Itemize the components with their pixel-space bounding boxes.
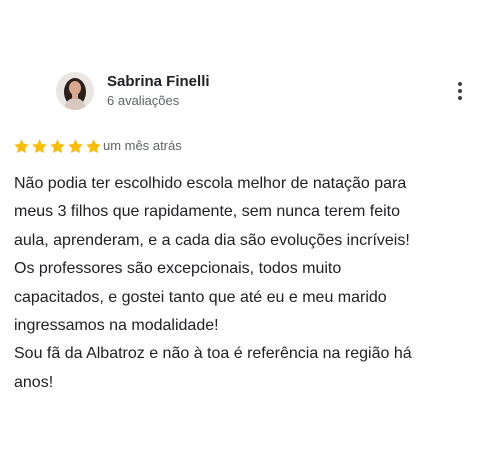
review-text-line: meus 3 filhos que rapidamente, sem nunca… bbox=[14, 203, 400, 221]
review-text-line: aula, aprenderam, e a cada dia são evolu… bbox=[14, 231, 410, 249]
avatar-photo-icon bbox=[56, 72, 94, 110]
more-options-button[interactable] bbox=[450, 80, 470, 102]
more-vert-icon-dot bbox=[458, 89, 462, 93]
stars bbox=[13, 138, 103, 155]
more-vert-icon-dot bbox=[458, 96, 462, 100]
review-text-line: capacitados, e gostei tanto que até eu e… bbox=[14, 288, 387, 306]
star-icon bbox=[14, 138, 29, 153]
star-icon bbox=[68, 138, 83, 153]
review-date: um mês atrás bbox=[103, 138, 182, 153]
review-text-line: ingressamos na modalidade! bbox=[14, 317, 219, 335]
star-icon bbox=[86, 138, 101, 153]
review-text-line: Os professores são excepcionais, todos m… bbox=[14, 260, 342, 278]
star-icon bbox=[32, 138, 47, 153]
reviewer-review-count[interactable]: 6 avaliações bbox=[107, 93, 179, 108]
star-rating bbox=[13, 137, 103, 155]
review-card: Sabrina Finelli 6 avaliações um mês atrá… bbox=[0, 0, 483, 460]
review-text-line: Não podia ter escolhido escola melhor de… bbox=[14, 175, 407, 192]
reviewer-name[interactable]: Sabrina Finelli bbox=[107, 73, 210, 90]
avatar[interactable] bbox=[56, 72, 94, 110]
review-text-line: anos! bbox=[14, 373, 54, 391]
review-text-line: Sou fã da Albatroz e não à toa é referên… bbox=[14, 345, 412, 363]
more-vert-icon-dot bbox=[458, 82, 462, 86]
star-icon bbox=[50, 138, 65, 153]
review-text: Não podia ter escolhido escola melhor de… bbox=[14, 170, 479, 397]
